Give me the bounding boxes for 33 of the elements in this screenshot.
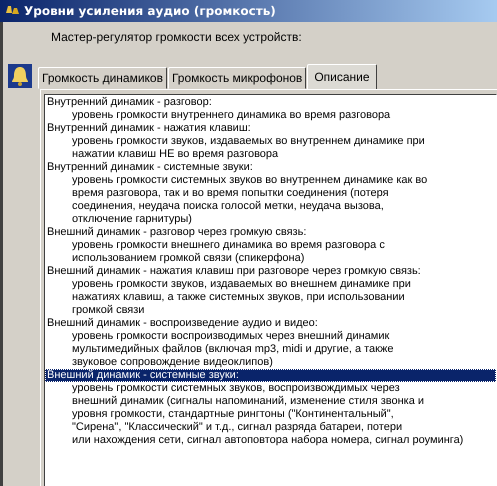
description-text: уровень громкости системных звуков во внутреннем динамике как во <box>71 174 428 187</box>
list-item[interactable]: Внутренний динамик - нажатия клавиш: <box>45 122 496 135</box>
list-item[interactable]: Внешний динамик - системные звуки: <box>45 369 496 382</box>
description-text: уровень громкости звуков, издаваемых во внешнем динамике при <box>71 278 412 291</box>
description-text: уровень громкости внутреннего динамика во время разговора <box>71 109 392 122</box>
description-text: мультимедийных файлов (включая mp3, midi и другие, а также <box>71 343 394 356</box>
description-text: уровень громкости внешнего динамика во время разговора с <box>71 239 386 252</box>
description-text: "Сирена", "Классический" и т.д., сигнал разряда батареи, потери <box>71 421 404 434</box>
description-text: или нахождения сети, сигнал автоповтора набора номера, сигнал роуминга) <box>71 434 464 447</box>
description-text: громкой связи <box>71 304 146 317</box>
window-title: Уровни усиления аудио (громкость) <box>24 4 276 18</box>
description-text: уровень громкости воспроизводимых через внешний динамик <box>71 330 390 343</box>
description-text: уровень громкости системных звуков, воспроизвождимых через <box>71 382 401 395</box>
list-item[interactable]: Внешний динамик - разговор через громкую связь: <box>45 226 496 239</box>
description-text: уровень громкости звуков, издаваемых во внутреннем динамике при <box>71 135 426 148</box>
master-volume-label: Мастер-регулятор громкости всех устройств: <box>51 29 303 46</box>
tab[interactable]: Громкость микрофонов <box>168 67 306 89</box>
tab[interactable]: Громкость динамиков <box>38 67 167 89</box>
description-text: соединения, неудача поиска голосой метки, неудача вызова, <box>71 200 385 213</box>
description-text: нажатиях клавиш, а также системных звуков, при использовании <box>71 291 406 304</box>
description-text: нажатии клавиш НЕ во время разговора <box>71 148 280 161</box>
list-item[interactable]: Внешний динамик - нажатия клавиш при разговоре через громкую связь: <box>45 265 496 278</box>
description-text: время разговора, так и во время попытки соединения (потеря <box>71 187 390 200</box>
bell-icon <box>8 64 32 88</box>
list-item[interactable]: Внутренний динамик - разговор: <box>45 96 496 109</box>
list-item[interactable]: Внутренний динамик - системные звуки: <box>45 161 496 174</box>
description-text: уровня громкости, стандартные рингтоны ("Континентальный", <box>71 408 395 421</box>
description-text: звуковое сопровождение видеоклипов) <box>71 356 274 369</box>
description-text: отключение гарнитуры) <box>71 213 193 226</box>
list-item[interactable]: Внешний динамик - воспроизведение аудио и видео: <box>45 317 496 330</box>
description-text: использованием громкой связи (спикерфона) <box>71 252 306 265</box>
description-text: внешний динамик (сигналы напоминаний, изменение стиля звонка и <box>71 395 426 408</box>
tab[interactable]: Описание <box>307 64 377 89</box>
